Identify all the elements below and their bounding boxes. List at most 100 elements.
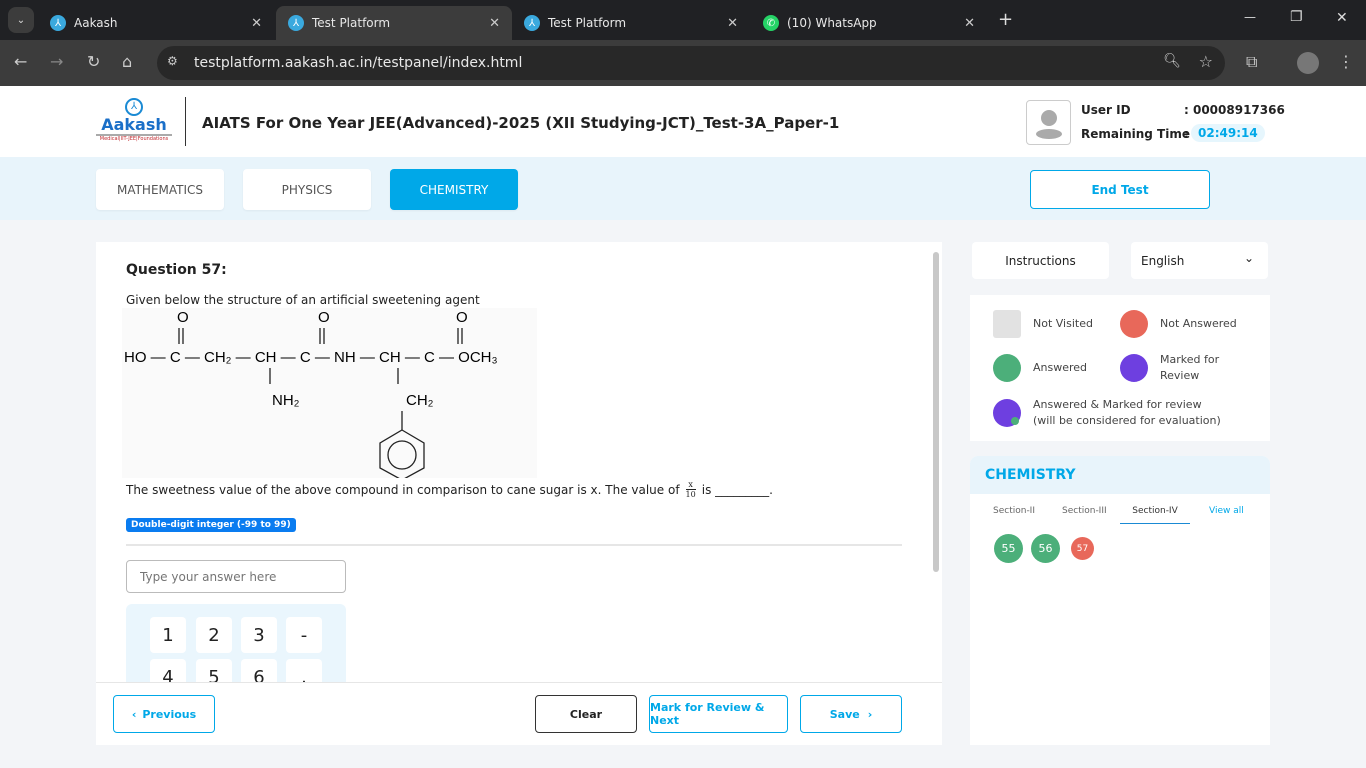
- close-tab-icon[interactable]: ✕: [251, 16, 262, 31]
- user-id-label: User ID: [1081, 103, 1131, 117]
- mark-review-next-button[interactable]: Mark for Review & Next: [649, 695, 788, 733]
- legend-label: Not Visited: [1033, 317, 1093, 330]
- aakash-favicon-icon: ⅄: [288, 15, 304, 31]
- divider: [96, 682, 942, 683]
- zoom-icon[interactable]: 🔍︎: [1163, 53, 1181, 69]
- aakash-favicon-icon: ⅄: [50, 15, 66, 31]
- answer-input[interactable]: [126, 560, 346, 593]
- marked-review-swatch: [1120, 354, 1148, 382]
- key-4[interactable]: 4: [150, 659, 186, 683]
- legend-label: Marked for Review: [1160, 353, 1220, 382]
- tab-chemistry[interactable]: CHEMISTRY: [390, 169, 518, 210]
- minimize-icon[interactable]: —: [1244, 10, 1256, 24]
- question-intro: Given below the structure of an artifici…: [126, 293, 480, 307]
- section-tab-iii[interactable]: Section-III: [1062, 506, 1107, 516]
- fraction: x 10: [685, 480, 696, 499]
- key-decimal[interactable]: .: [286, 659, 322, 683]
- chevron-left-icon: ‹: [131, 707, 137, 721]
- bookmark-star-icon[interactable]: ☆: [1199, 52, 1213, 71]
- back-icon[interactable]: ←: [14, 52, 27, 71]
- status-legend: Not Visited Not Answered Answered Marked…: [970, 295, 1270, 441]
- close-window-icon[interactable]: ✕: [1336, 10, 1348, 26]
- divider: [185, 97, 186, 146]
- view-all-link[interactable]: View all: [1209, 506, 1244, 516]
- user-id-value: : 00008917366: [1184, 103, 1285, 117]
- numeric-keypad: 1 2 3 - 4 5 6 .: [126, 604, 346, 683]
- tab-mathematics[interactable]: MATHEMATICS: [96, 169, 224, 210]
- answer-type-badge: Double-digit integer (-99 to 99): [126, 518, 296, 532]
- test-title: AIATS For One Year JEE(Advanced)-2025 (X…: [202, 114, 840, 132]
- end-test-button[interactable]: End Test: [1030, 170, 1210, 209]
- legend-label: Answered: [1033, 361, 1088, 374]
- answered-marked-swatch: [993, 399, 1021, 427]
- oxygen-label: O: [177, 309, 189, 326]
- whatsapp-favicon-icon: ✆: [763, 15, 779, 31]
- question-palette: CHEMISTRY Section-II Section-III Section…: [970, 456, 1270, 745]
- chemical-structure-image: HO — C — CH₂ — CH — C — NH — CH — C — OC…: [122, 308, 537, 478]
- save-button[interactable]: Save ›: [800, 695, 902, 733]
- new-tab-icon[interactable]: +: [998, 9, 1013, 30]
- divider: [126, 544, 902, 546]
- not-visited-swatch: [993, 310, 1021, 338]
- browser-tab-active[interactable]: ⅄ Test Platform ✕: [276, 6, 512, 40]
- instructions-button[interactable]: Instructions: [972, 242, 1109, 279]
- browser-tab[interactable]: ⅄ Test Platform ✕: [512, 6, 750, 40]
- oxygen-label: O: [318, 309, 330, 326]
- close-tab-icon[interactable]: ✕: [727, 16, 738, 31]
- site-info-icon[interactable]: ⚙: [167, 54, 178, 68]
- clear-button[interactable]: Clear: [535, 695, 637, 733]
- question-panel: Question 57: Given below the structure o…: [96, 242, 942, 745]
- close-tab-icon[interactable]: ✕: [489, 16, 500, 31]
- key-6[interactable]: 6: [241, 659, 277, 683]
- key-1[interactable]: 1: [150, 617, 186, 653]
- oxygen-label: O: [456, 309, 468, 326]
- key-2[interactable]: 2: [196, 617, 232, 653]
- question-text: The sweetness value of the above compoun…: [126, 480, 773, 499]
- question-button-57[interactable]: 57: [1071, 537, 1094, 560]
- restore-icon[interactable]: ❐: [1290, 9, 1303, 25]
- structure-main-chain: HO — C — CH₂ — CH — C — NH — CH — C — OC…: [124, 349, 498, 366]
- section-tab-ii[interactable]: Section-II: [993, 506, 1035, 516]
- not-answered-swatch: [1120, 310, 1148, 338]
- tab-search-button[interactable]: ⌄: [8, 7, 34, 33]
- close-tab-icon[interactable]: ✕: [964, 16, 975, 31]
- browser-toolbar: ← → ↻ ⌂ ⚙ testplatform.aakash.ac.in/test…: [0, 40, 1366, 86]
- language-select[interactable]: English ⌄: [1131, 242, 1268, 279]
- browser-tab[interactable]: ⅄ Aakash ✕: [38, 6, 274, 40]
- remaining-time: 02:49:14: [1191, 124, 1265, 142]
- legend-sublabel: (will be considered for evaluation): [1033, 414, 1221, 427]
- aakash-logo: ⅄ Aakash Medical|IIT-JEE|Foundations: [96, 98, 172, 146]
- menu-kebab-icon[interactable]: ⋮: [1338, 52, 1354, 71]
- address-bar[interactable]: ⚙ testplatform.aakash.ac.in/testpanel/in…: [157, 46, 1225, 80]
- time-colon: :: [1184, 127, 1189, 141]
- reload-icon[interactable]: ↻: [87, 52, 100, 71]
- key-minus[interactable]: -: [286, 617, 322, 653]
- previous-button[interactable]: ‹ Previous: [113, 695, 215, 733]
- section-tab-iv[interactable]: Section-IV: [1120, 506, 1190, 524]
- chevron-down-icon: ⌄: [1243, 251, 1254, 265]
- key-3[interactable]: 3: [241, 617, 277, 653]
- subject-tabs-bar: MATHEMATICS PHYSICS CHEMISTRY End Test: [0, 157, 1366, 220]
- page-header: ⅄ Aakash Medical|IIT-JEE|Foundations AIA…: [0, 86, 1366, 157]
- chevron-right-icon: ›: [867, 707, 873, 721]
- browser-tab[interactable]: ✆ (10) WhatsApp ✕: [751, 6, 987, 40]
- scrollbar[interactable]: [933, 252, 939, 572]
- profile-avatar[interactable]: [1297, 52, 1319, 74]
- key-5[interactable]: 5: [196, 659, 232, 683]
- browser-tab-bar: ⌄ ⅄ Aakash ✕ ⅄ Test Platform ✕ ⅄ Test Platfor…: [0, 0, 1366, 40]
- remaining-time-label: Remaining Time: [1081, 127, 1191, 141]
- tab-physics[interactable]: PHYSICS: [243, 169, 371, 210]
- question-number: Question 57:: [126, 262, 227, 278]
- extensions-icon[interactable]: ⧉: [1246, 52, 1257, 72]
- palette-subject: CHEMISTRY: [970, 456, 1270, 494]
- aakash-favicon-icon: ⅄: [524, 15, 540, 31]
- question-button-56[interactable]: 56: [1031, 534, 1060, 563]
- forward-icon[interactable]: →: [50, 52, 63, 71]
- home-icon[interactable]: ⌂: [122, 52, 132, 71]
- answered-swatch: [993, 354, 1021, 382]
- question-button-55[interactable]: 55: [994, 534, 1023, 563]
- legend-label: Answered & Marked for review: [1033, 398, 1202, 411]
- ch2-label: CH₂: [406, 392, 434, 409]
- nh2-label: NH₂: [272, 392, 300, 409]
- user-avatar: [1026, 100, 1071, 145]
